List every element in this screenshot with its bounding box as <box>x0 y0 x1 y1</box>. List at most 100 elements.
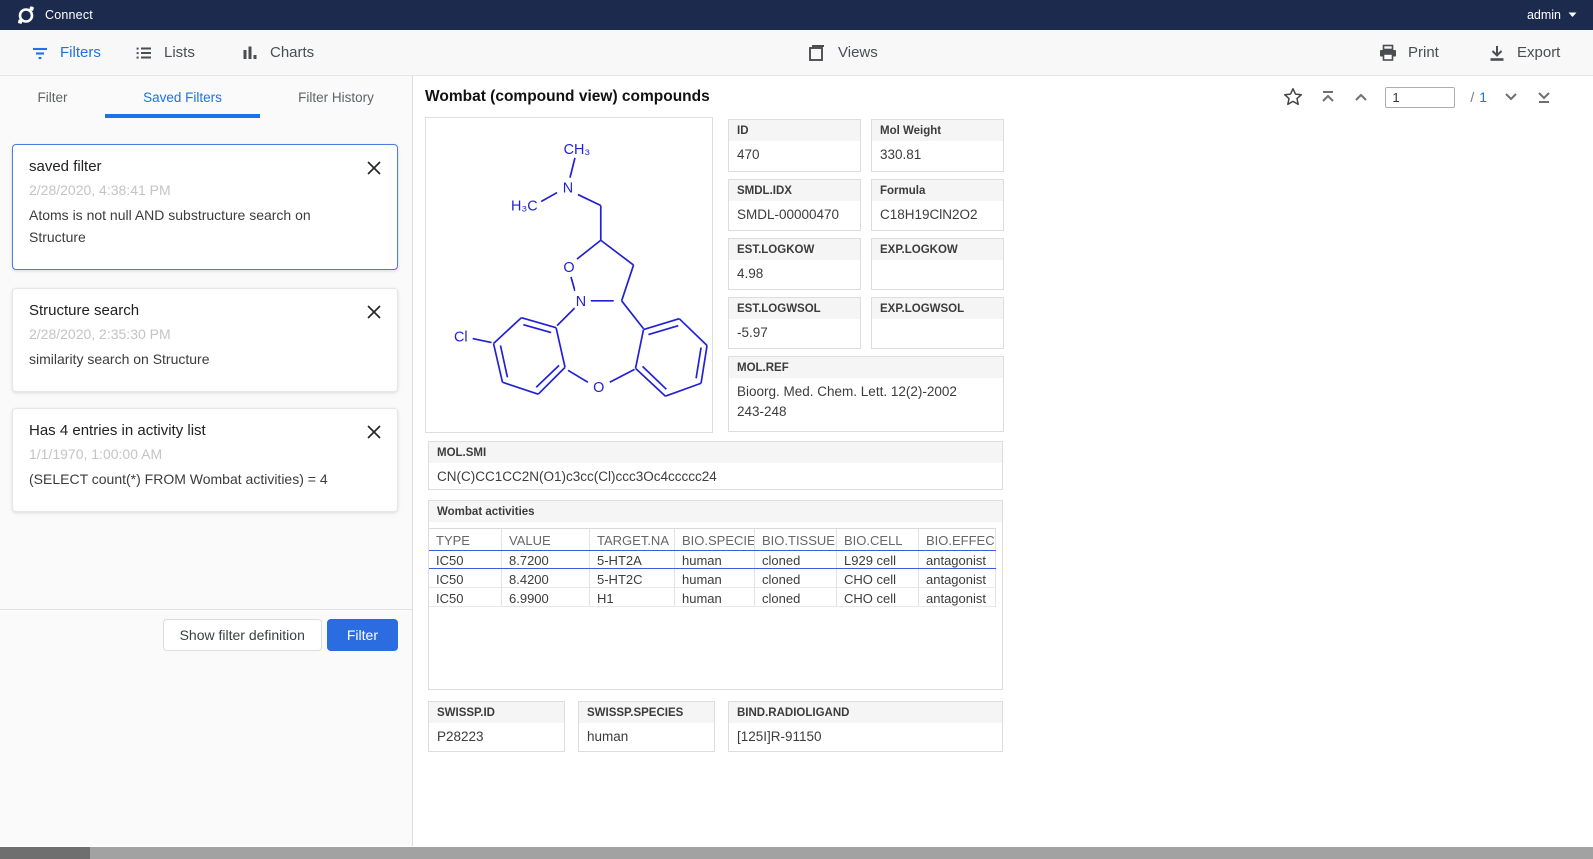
app-name: Connect <box>45 8 93 22</box>
table-cell: antagonist <box>919 569 996 587</box>
atom-label-ring-n: N <box>576 294 586 310</box>
field-label: EXP.LOGKOW <box>872 239 1003 260</box>
sidebar-actions: Show filter definition Filter <box>0 609 412 846</box>
field-value: P28223 <box>429 723 564 751</box>
column-header[interactable]: BIO.EFFECT <box>919 529 996 550</box>
saved-filter-description: similarity search on Structure <box>29 349 359 371</box>
table-cell: IC50 <box>429 569 502 587</box>
saved-filter-title: saved filter <box>29 158 381 175</box>
page-title: Wombat (compound view) compounds <box>425 88 710 106</box>
field-bind-radioligand: BIND.RADIOLIGAND [125I]R-91150 <box>728 701 1003 752</box>
last-record-icon[interactable] <box>1535 88 1553 106</box>
atom-label-methyl-left: H₃C <box>511 198 538 214</box>
download-icon <box>1487 43 1507 63</box>
atom-label-methyl-top: CH₃ <box>564 142 591 158</box>
field-value: 4.98 <box>729 260 860 288</box>
filters-sidebar: Filter Saved Filters Filter History save… <box>0 76 413 846</box>
table-cell: antagonist <box>919 588 996 606</box>
record-pager: /1 <box>1282 76 1553 118</box>
saved-filter-title: Structure search <box>29 302 381 319</box>
table-cell: 8.4200 <box>502 569 590 587</box>
table-cell: 8.7200 <box>502 551 590 568</box>
table-cell: 6.9900 <box>502 588 590 606</box>
field-value: 330.81 <box>872 141 1003 169</box>
column-header[interactable]: TARGET.NA <box>590 529 675 550</box>
lists-label: Lists <box>164 44 195 61</box>
field-mol-ref: MOL.REF Bioorg. Med. Chem. Lett. 12(2)-2… <box>728 356 1004 432</box>
filters-button[interactable]: Filters <box>30 43 101 63</box>
field-value: [125I]R-91150 <box>729 723 1002 751</box>
column-header[interactable]: BIO.TISSUES <box>755 529 837 550</box>
table-row[interactable]: IC50 6.9900 H1 human cloned CHO cell ant… <box>429 588 996 607</box>
saved-filter-description: (SELECT count(*) FROM Wombat activities)… <box>29 469 359 491</box>
activities-grid: TYPE VALUE TARGET.NA BIO.SPECIE BIO.TISS… <box>429 528 996 607</box>
print-button[interactable]: Print <box>1378 43 1439 63</box>
field-est-logwsol: EST.LOGWSOL -5.97 <box>728 297 861 349</box>
sidebar-tabs: Filter Saved Filters Filter History <box>0 76 412 118</box>
table-row[interactable]: IC50 8.4200 5-HT2C human cloned CHO cell… <box>429 569 996 588</box>
table-row[interactable]: IC50 8.7200 5-HT2A human cloned L929 cel… <box>429 550 996 569</box>
tab-filter-history[interactable]: Filter History <box>260 76 412 118</box>
charts-label: Charts <box>270 44 314 61</box>
saved-filter-card[interactable]: Structure search 2/28/2020, 2:35:30 PM s… <box>12 288 398 392</box>
field-swissp-species: SWISSP.SPECIES human <box>578 701 715 752</box>
lists-button[interactable]: Lists <box>134 43 195 63</box>
close-icon[interactable] <box>365 303 383 321</box>
close-icon[interactable] <box>365 159 383 177</box>
close-icon[interactable] <box>365 423 383 441</box>
field-label: Mol Weight <box>872 120 1003 141</box>
table-cell: human <box>675 569 755 587</box>
export-button[interactable]: Export <box>1487 43 1560 63</box>
field-label: SMDL.IDX <box>729 180 860 201</box>
horizontal-scrollbar[interactable] <box>0 847 1593 859</box>
filter-apply-button[interactable]: Filter <box>327 619 398 651</box>
table-cell: 5-HT2C <box>590 569 675 587</box>
field-value <box>872 319 1003 327</box>
field-value: human <box>579 723 714 751</box>
tab-saved-filters[interactable]: Saved Filters <box>105 76 260 118</box>
field-exp-logkow: EXP.LOGKOW <box>871 238 1004 290</box>
field-label: Formula <box>872 180 1003 201</box>
table-cell: L929 cell <box>837 551 919 568</box>
column-header[interactable]: VALUE <box>502 529 590 550</box>
page-number-input[interactable] <box>1385 87 1455 108</box>
column-header[interactable]: BIO.CELL <box>837 529 919 550</box>
views-label: Views <box>838 44 878 61</box>
field-label: ID <box>729 120 860 141</box>
scrollbar-corner <box>0 847 90 859</box>
next-record-icon[interactable] <box>1502 88 1520 106</box>
saved-filter-card[interactable]: Has 4 entries in activity list 1/1/1970,… <box>12 408 398 512</box>
field-value <box>872 260 1003 268</box>
compound-view-header: Wombat (compound view) compounds /1 <box>413 76 1593 118</box>
show-filter-definition-button[interactable]: Show filter definition <box>163 619 322 651</box>
tab-filter[interactable]: Filter <box>0 76 105 118</box>
column-header[interactable]: BIO.SPECIE <box>675 529 755 550</box>
atom-label-amine-n: N <box>563 181 573 197</box>
wombat-activities-table: Wombat activities TYPE VALUE TARGET.NA B… <box>428 500 1003 690</box>
favorite-star-icon[interactable] <box>1282 86 1304 108</box>
user-menu[interactable]: admin <box>1527 8 1577 22</box>
field-est-logkow: EST.LOGKOW 4.98 <box>728 238 861 290</box>
saved-filter-timestamp: 2/28/2020, 2:35:30 PM <box>29 326 381 342</box>
charts-button[interactable]: Charts <box>240 43 314 63</box>
saved-filter-card[interactable]: saved filter 2/28/2020, 4:38:41 PM Atoms… <box>12 144 398 270</box>
atom-label-chlorine: Cl <box>454 330 468 346</box>
printer-icon <box>1378 43 1398 63</box>
field-id: ID 470 <box>728 119 861 172</box>
column-header[interactable]: TYPE <box>429 529 502 550</box>
table-cell: cloned <box>755 569 837 587</box>
views-button[interactable]: Views <box>806 42 878 64</box>
atom-label-ring-o: O <box>563 260 574 276</box>
activities-table-label: Wombat activities <box>429 501 1002 522</box>
field-value: 470 <box>729 141 860 169</box>
connect-logo-icon <box>16 5 36 25</box>
filters-label: Filters <box>60 44 101 61</box>
scrollbar-thumb[interactable] <box>90 847 1593 859</box>
first-record-icon[interactable] <box>1319 88 1337 106</box>
field-exp-logwsol: EXP.LOGWSOL <box>871 297 1004 349</box>
field-formula: Formula C18H19ClN2O2 <box>871 179 1004 231</box>
previous-record-icon[interactable] <box>1352 88 1370 106</box>
field-mol-weight: Mol Weight 330.81 <box>871 119 1004 172</box>
table-cell: H1 <box>590 588 675 606</box>
field-value: -5.97 <box>729 319 860 347</box>
